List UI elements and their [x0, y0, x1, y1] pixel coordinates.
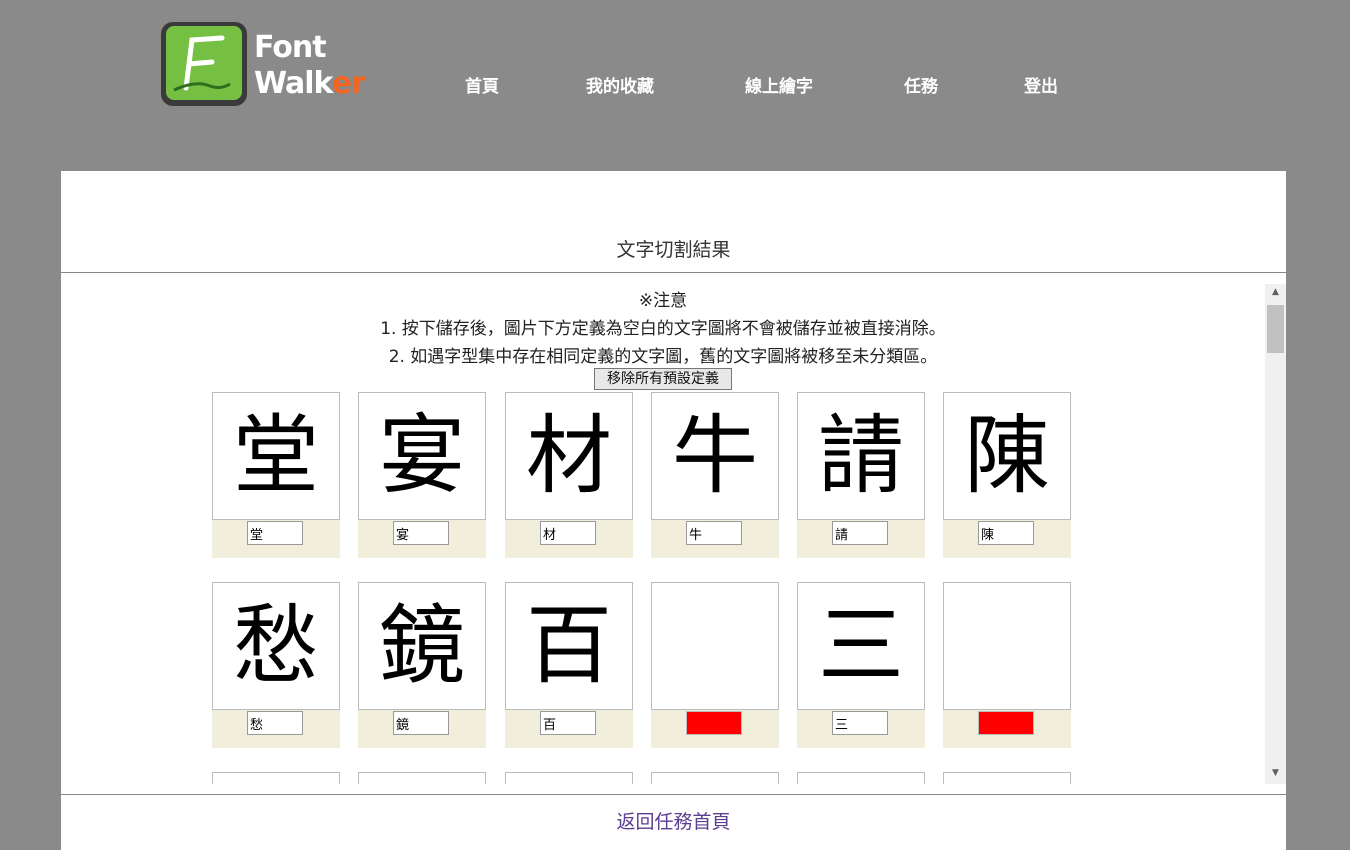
glyph-character: 愁 [233, 596, 319, 696]
glyph-image [943, 582, 1071, 710]
glyph-definition-input[interactable] [247, 521, 303, 545]
logo-text-line2: Walker [254, 66, 366, 101]
glyph-image: 百 [505, 582, 633, 710]
glyph-label-area [797, 520, 925, 558]
fontwalker-logo[interactable]: Font Walker [161, 22, 376, 108]
panel-title: 文字切割結果 [616, 239, 731, 261]
logo-icon [161, 22, 247, 106]
glyph-card: 陳 [943, 392, 1071, 558]
glyph-card-partial [505, 772, 633, 784]
glyph-card: 請 [797, 392, 925, 558]
glyph-card: 堂 [212, 392, 340, 558]
notice-heading: ※注意 [638, 291, 688, 311]
glyph-character: 鏡 [379, 596, 465, 696]
glyph-label-area [797, 710, 925, 748]
glyph-definition-input[interactable] [832, 711, 888, 735]
glyph-character: 牛 [672, 406, 758, 506]
glyph-definition-input[interactable] [978, 521, 1034, 545]
glyph-label-area [505, 710, 633, 748]
glyph-scroll-area[interactable]: ※注意 1. 按下儲存後，圖片下方定義為空白的文字圖將不會被儲存並被直接消除。 … [61, 284, 1286, 784]
vertical-scrollbar[interactable]: ▲ ▼ [1265, 284, 1286, 784]
glyph-card: 鏡 [358, 582, 486, 748]
glyph-character: 百 [526, 596, 612, 696]
glyph-card-partial [797, 772, 925, 784]
nav-favorites[interactable]: 我的收藏 [586, 72, 654, 97]
glyph-image: 三 [797, 582, 925, 710]
glyph-character: 請 [818, 406, 904, 506]
glyph-definition-input[interactable] [393, 521, 449, 545]
glyph-definition-input[interactable] [686, 711, 742, 735]
scroll-down-icon[interactable]: ▼ [1265, 765, 1286, 782]
glyph-card: 百 [505, 582, 633, 748]
divider [61, 272, 1286, 273]
nav-tasks[interactable]: 任務 [904, 72, 938, 97]
scroll-up-icon[interactable]: ▲ [1265, 284, 1286, 301]
glyph-image [651, 582, 779, 710]
glyph-label-area [212, 710, 340, 748]
glyph-image: 宴 [358, 392, 486, 520]
glyph-card: 材 [505, 392, 633, 558]
nav-home[interactable]: 首頁 [465, 72, 499, 97]
glyph-label-area [943, 710, 1071, 748]
glyph-card: 宴 [358, 392, 486, 558]
nav-logout[interactable]: 登出 [1024, 72, 1058, 97]
glyph-image: 材 [505, 392, 633, 520]
glyph-definition-input[interactable] [393, 711, 449, 735]
glyph-card-partial [651, 772, 779, 784]
glyph-definition-input[interactable] [832, 521, 888, 545]
glyph-image: 鏡 [358, 582, 486, 710]
glyph-card: 牛 [651, 392, 779, 558]
glyph-label-area [651, 710, 779, 748]
glyph-definition-input[interactable] [540, 521, 596, 545]
glyph-label-area [651, 520, 779, 558]
remove-all-defaults-button[interactable]: 移除所有預設定義 [594, 368, 732, 390]
glyph-character: 宴 [379, 406, 465, 506]
scrollbar-thumb[interactable] [1267, 305, 1284, 353]
glyph-character: 陳 [964, 406, 1050, 506]
back-to-tasks-link[interactable]: 返回任務首頁 [61, 807, 1286, 834]
divider [61, 794, 1286, 795]
glyph-card: 愁 [212, 582, 340, 748]
glyph-card-partial [212, 772, 340, 784]
glyph-definition-input[interactable] [540, 711, 596, 735]
glyph-label-area [943, 520, 1071, 558]
glyph-character: 三 [818, 596, 904, 696]
glyph-character: 材 [526, 406, 612, 506]
glyph-image: 請 [797, 392, 925, 520]
glyph-definition-input[interactable] [686, 521, 742, 545]
glyph-card-partial [358, 772, 486, 784]
notice-line-1: 1. 按下儲存後，圖片下方定義為空白的文字圖將不會被儲存並被直接消除。 [380, 319, 946, 339]
glyph-image: 陳 [943, 392, 1071, 520]
glyph-label-area [358, 520, 486, 558]
notice-line-2: 2. 如遇字型集中存在相同定義的文字圖，舊的文字圖將被移至未分類區。 [388, 347, 938, 367]
glyph-card: 三 [797, 582, 925, 748]
glyph-character: 堂 [233, 406, 319, 506]
glyph-card [651, 582, 779, 748]
glyph-definition-input[interactable] [978, 711, 1034, 735]
glyph-character [944, 583, 1070, 709]
glyph-label-area [505, 520, 633, 558]
glyph-card [943, 582, 1071, 748]
glyph-character [652, 583, 778, 709]
glyph-card-partial [943, 772, 1071, 784]
result-panel: 文字切割結果 ※注意 1. 按下儲存後，圖片下方定義為空白的文字圖將不會被儲存並… [61, 171, 1286, 850]
glyph-label-area [212, 520, 340, 558]
glyph-image: 堂 [212, 392, 340, 520]
glyph-image: 愁 [212, 582, 340, 710]
nav-online-draw[interactable]: 線上繪字 [745, 72, 813, 97]
glyph-label-area [358, 710, 486, 748]
glyph-image: 牛 [651, 392, 779, 520]
logo-text-line1: Font [254, 30, 327, 65]
glyph-definition-input[interactable] [247, 711, 303, 735]
